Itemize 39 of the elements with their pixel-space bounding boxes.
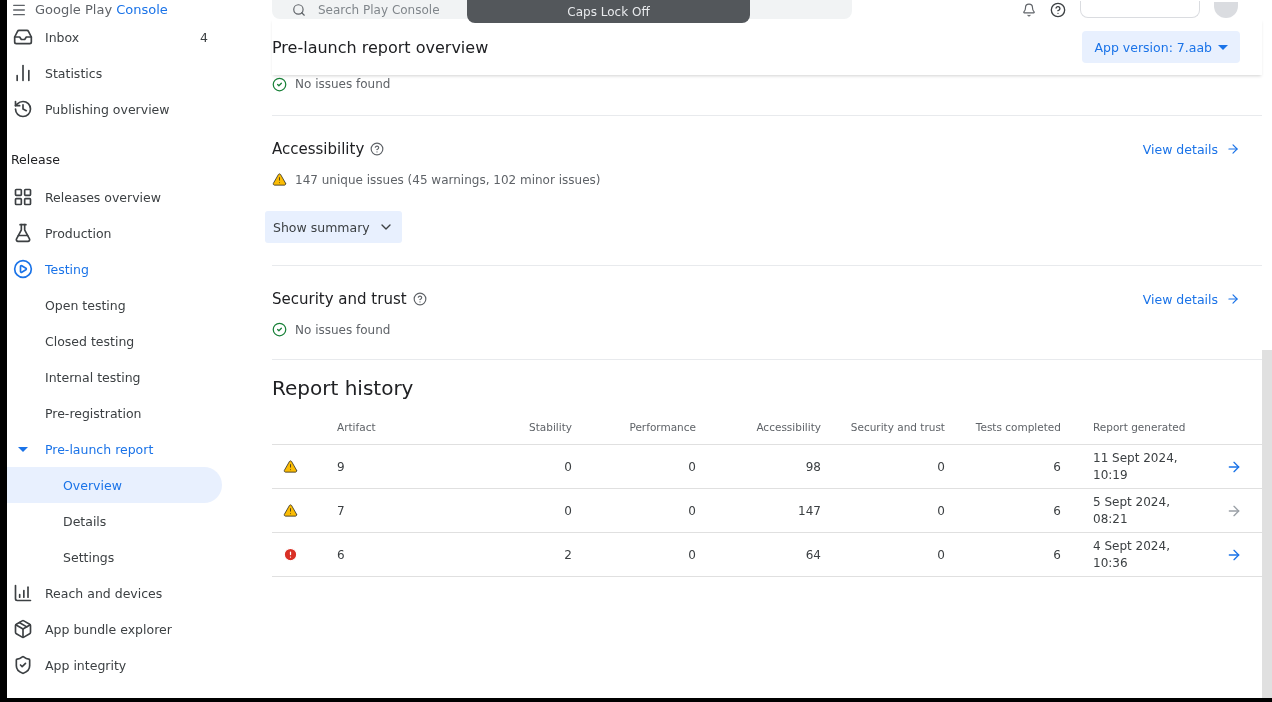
- page-title: Pre-launch report overview: [272, 37, 490, 57]
- column-header: Stability: [528, 421, 572, 433]
- table-cell-text: 6: [336, 547, 346, 562]
- status-text: No issues found: [295, 77, 391, 91]
- table-cell-text: 98: [804, 459, 821, 474]
- column-header: Accessibility: [755, 421, 821, 433]
- table-cell-text: 0: [936, 547, 945, 562]
- app-logo-text: Google Play Console: [35, 2, 168, 17]
- table-cell-text: 64: [804, 547, 821, 562]
- table-cell-text: 11 Sept 2024, 10:19: [1092, 449, 1179, 484]
- table-cell-text: 0: [936, 459, 945, 474]
- table-cell-text: 6: [1052, 459, 1061, 474]
- table-cell-text: 6: [1052, 547, 1061, 562]
- table-cell-text: 5 Sept 2024, 08:21: [1092, 493, 1171, 528]
- column-header: Artifact: [336, 421, 377, 433]
- column-header: Report generated: [1092, 419, 1187, 435]
- column-header: Tests completed: [974, 421, 1061, 433]
- section-title: Security and trust: [272, 290, 407, 308]
- toast: Caps Lock Off: [467, 0, 750, 23]
- table-cell-text: 0: [563, 503, 572, 518]
- status-text: 147 unique issues (45 warnings, 102 minor issues): [295, 172, 601, 187]
- inbox-count: 4: [200, 29, 208, 45]
- table-cell-text: 6: [1052, 503, 1061, 518]
- table-cell-text: 4 Sept 2024, 10:36: [1092, 537, 1171, 572]
- table-cell-text: 0: [687, 547, 696, 562]
- table-cell-text: 0: [687, 503, 696, 518]
- table-cell-text: 9: [336, 459, 346, 474]
- table-cell-text: 147: [797, 503, 821, 518]
- table-cell-text: 0: [936, 503, 945, 518]
- section-title: Accessibility: [272, 140, 365, 158]
- status-text: No issues found: [295, 322, 391, 337]
- column-header: Performance: [628, 421, 696, 433]
- table-cell-text: 2: [563, 547, 572, 562]
- table-cell-text: 7: [336, 503, 346, 518]
- table-cell-text: 0: [687, 459, 696, 474]
- section-title: Report history: [272, 376, 415, 400]
- table-cell-text: 0: [563, 459, 572, 474]
- column-header: Security and trust: [849, 421, 945, 433]
- section-title: Release: [10, 150, 61, 169]
